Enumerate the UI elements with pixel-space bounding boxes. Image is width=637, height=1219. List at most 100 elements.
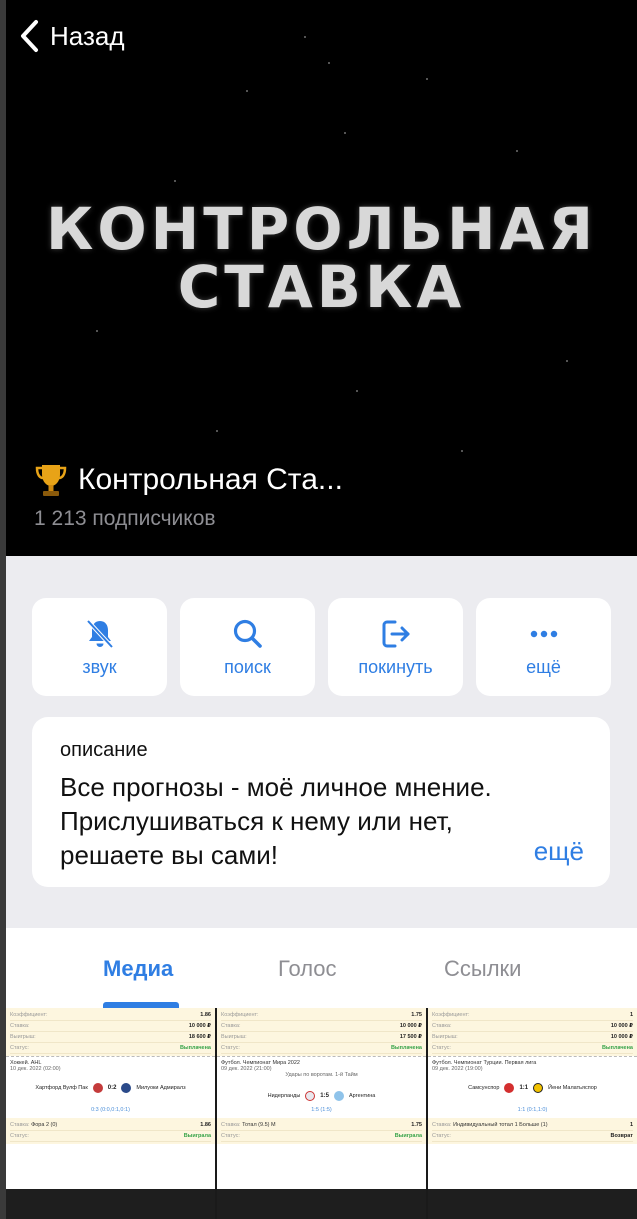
row-value: Выплачена [390, 1045, 422, 1051]
team-1-logo-icon [504, 1083, 515, 1093]
bet-coef: 1 [629, 1122, 633, 1128]
star [328, 62, 330, 64]
logo-line-1: КОНТРОЛЬНАЯ [45, 195, 598, 263]
leave-button[interactable]: покинуть [328, 598, 463, 696]
score: 0:2 [107, 1085, 117, 1091]
row-key: Ставка: [221, 1023, 241, 1029]
score: 1:1 [519, 1085, 529, 1091]
tab-voice[interactable]: Голос [278, 956, 337, 982]
score-row: Самсунспор 1:1 Йени Малатьяспор [428, 1083, 637, 1093]
star [246, 90, 248, 92]
bet-cell: Ставка: Индивидуальный тотал 1 Больше (1… [432, 1122, 548, 1128]
media-thumbnail[interactable]: Коэффициент: 1.86 Ставка: 10 000 ₽ Выигрыш… [6, 1008, 215, 1219]
media-thumbnail[interactable]: Коэффициент: 1.75 Ставка: 10 000 ₽ Выигрыш… [217, 1008, 426, 1219]
media-thumbnail[interactable]: Коэффициент: 1 Ставка: 10 000 ₽ Выигрыш: 10… [428, 1008, 637, 1219]
description-more-link[interactable]: ещё [534, 836, 584, 867]
star [461, 450, 463, 452]
row-value: 1.75 [411, 1012, 422, 1018]
back-label: Назад [50, 20, 125, 51]
row-key: Ставка: [10, 1023, 30, 1029]
bet-label: Ставка: [221, 1122, 241, 1128]
summary-row: Выигрыш: 17 500 ₽ [221, 1032, 422, 1043]
event-block: Хоккей. AHL 10 дек. 2022 (02:00) Хартфор… [6, 1056, 215, 1118]
event-market: Удары по воротам. 1-й Тайм [285, 1072, 358, 1078]
thumbnail-footer [6, 1189, 215, 1219]
tab-links[interactable]: Ссылки [444, 956, 521, 982]
leave-icon [382, 620, 409, 647]
bet-label: Ставка: [10, 1122, 30, 1128]
summary-row: Коэффициент: 1.75 [221, 1010, 422, 1021]
row-key: Коэффициент: [432, 1012, 470, 1018]
bell-slash-icon [86, 619, 113, 648]
channel-info-panel: звук поиск покинуть ещё описание Все про… [6, 556, 637, 928]
row-value: 10 000 ₽ [610, 1023, 633, 1029]
bet-cell: Ставка: Тотал (9.5) М [221, 1122, 276, 1128]
summary-row: Коэффициент: 1.86 [10, 1010, 211, 1021]
status-label: Статус: [10, 1133, 29, 1139]
action-bar: звук поиск покинуть ещё [32, 598, 611, 696]
period-scores: 1:5 (1:5) [311, 1107, 332, 1113]
team-1: Хартфорд Вулф Пак [35, 1085, 88, 1091]
status-row: Статус: Выиграла [10, 1131, 211, 1142]
team-1: Самсунспор [468, 1085, 500, 1091]
status-row: Статус: Возврат [432, 1131, 633, 1142]
period-scores: 1:1 (0:1,1:0) [517, 1107, 548, 1113]
description-card: описание Все прогнозы - моё личное мнени… [32, 717, 610, 887]
bet-details: Ставка: Индивидуальный тотал 1 Больше (1… [428, 1118, 637, 1144]
star [96, 330, 98, 332]
summary-row: Выигрыш: 18 600 ₽ [10, 1032, 211, 1043]
bet-status: Выиграла [183, 1133, 211, 1139]
bet-row: Ставка: Тотал (9.5) М 1.75 [221, 1120, 422, 1131]
bet-type: Фора 2 (0) [31, 1122, 58, 1128]
media-grid: Коэффициент: 1.86 Ставка: 10 000 ₽ Выигрыш… [6, 1008, 637, 1219]
search-label: поиск [224, 656, 271, 677]
star [216, 430, 218, 432]
subscriber-count: 1 213 подписчиков [34, 507, 216, 530]
media-tabs: Медиа Голос Ссылки [6, 928, 637, 1008]
team-2: Милуоки Адмиралз [136, 1085, 186, 1091]
summary-row: Выигрыш: 10 000 ₽ [432, 1032, 633, 1043]
row-value: 1.86 [200, 1012, 211, 1018]
more-label: ещё [526, 656, 561, 677]
star [304, 36, 306, 38]
thumbnail-footer [428, 1189, 637, 1219]
score-row: Нидерланды 1:5 Аргентина [217, 1091, 426, 1101]
row-key: Выигрыш: [221, 1034, 247, 1040]
bet-details: Ставка: Фора 2 (0) 1.86 Статус: Выиграла [6, 1118, 215, 1144]
bet-summary: Коэффициент: 1.75 Ставка: 10 000 ₽ Выигрыш… [217, 1008, 426, 1056]
row-key: Статус: [432, 1045, 451, 1051]
description-text: Все прогнозы - моё личное мнение. Прислу… [60, 772, 492, 870]
bet-summary: Коэффициент: 1.86 Ставка: 10 000 ₽ Выигрыш… [6, 1008, 215, 1056]
bet-type: Тотал (9.5) М [242, 1122, 276, 1128]
mute-button[interactable]: звук [32, 598, 167, 696]
bet-label: Ставка: [432, 1122, 452, 1128]
row-value: 10 000 ₽ [188, 1023, 211, 1029]
summary-row: Ставка: 10 000 ₽ [432, 1021, 633, 1032]
bet-type: Индивидуальный тотал 1 Больше (1) [453, 1122, 548, 1128]
team-2-logo-icon [533, 1083, 544, 1093]
row-value: 1 [629, 1012, 633, 1018]
bet-row: Ставка: Индивидуальный тотал 1 Больше (1… [432, 1120, 633, 1131]
team-2-logo-icon [121, 1083, 132, 1093]
team-2-flag-icon [333, 1091, 344, 1101]
star [344, 132, 346, 134]
description-label: описание [60, 739, 148, 761]
row-value: Выплачена [179, 1045, 211, 1051]
summary-row: Ставка: 10 000 ₽ [10, 1021, 211, 1032]
summary-row: Статус: Выплачена [221, 1043, 422, 1054]
status-row: Статус: Выиграла [221, 1131, 422, 1142]
chevron-left-icon [21, 20, 38, 52]
team-1-logo-icon [92, 1083, 103, 1093]
tab-media[interactable]: Медиа [103, 956, 173, 982]
search-button[interactable]: поиск [180, 598, 315, 696]
row-key: Выигрыш: [10, 1034, 36, 1040]
summary-row: Статус: Выплачена [432, 1043, 633, 1054]
star [566, 360, 568, 362]
star [516, 150, 518, 152]
bet-status: Возврат [610, 1133, 634, 1139]
team-1-flag-icon [305, 1091, 316, 1101]
row-key: Коэффициент: [221, 1012, 259, 1018]
more-button[interactable]: ещё [476, 598, 611, 696]
status-label: Статус: [221, 1133, 240, 1139]
back-button[interactable]: Назад [18, 18, 125, 54]
